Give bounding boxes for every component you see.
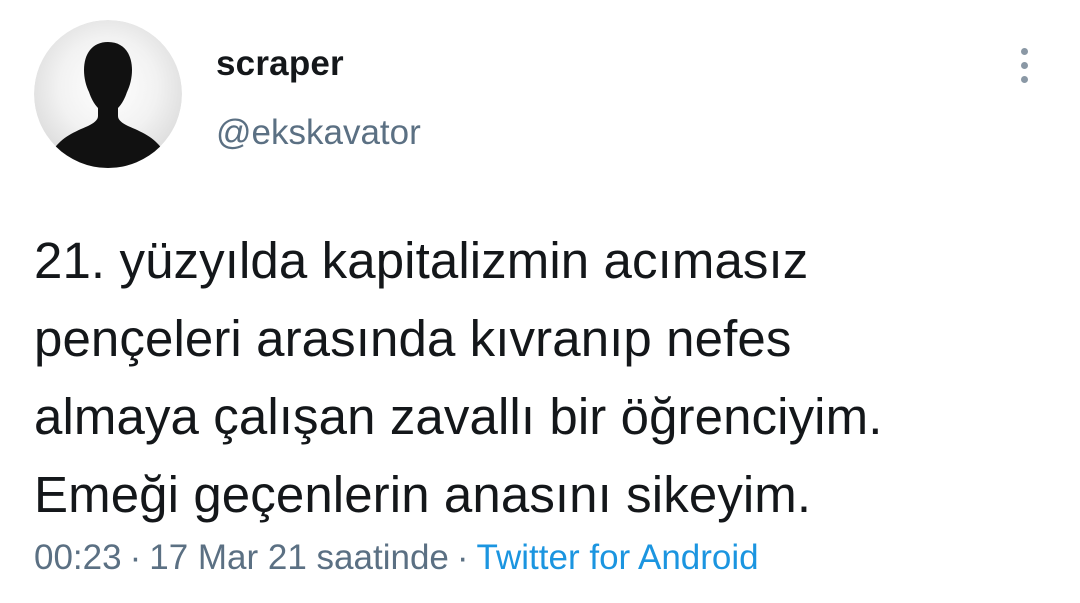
tweet-card: scraper @ekskavator 21. yüzyılda kapital… — [0, 0, 1080, 603]
vertical-ellipsis-icon — [1020, 61, 1028, 69]
vertical-ellipsis-icon — [1020, 75, 1028, 83]
tweet-source-link[interactable]: Twitter for Android — [477, 538, 759, 577]
tweet-metadata: 00:23 · 17 Mar 21 saatinde · Twitter for And… — [34, 536, 759, 580]
default-silhouette-avatar-icon — [34, 20, 182, 168]
meta-separator: · — [129, 538, 142, 577]
tweet-text: 21. yüzyılda kapitalizmin acımasız pençe… — [34, 232, 883, 523]
vertical-ellipsis-icon — [1020, 47, 1028, 55]
meta-separator: · — [456, 538, 469, 577]
display-name[interactable]: scraper — [216, 44, 344, 84]
tweet-time[interactable]: 00:23 — [34, 538, 122, 577]
user-handle[interactable]: @ekskavator — [216, 113, 421, 153]
avatar[interactable] — [34, 20, 182, 168]
tweet-date[interactable]: 17 Mar 21 saatinde — [149, 538, 449, 577]
more-options-button[interactable] — [1004, 40, 1044, 90]
